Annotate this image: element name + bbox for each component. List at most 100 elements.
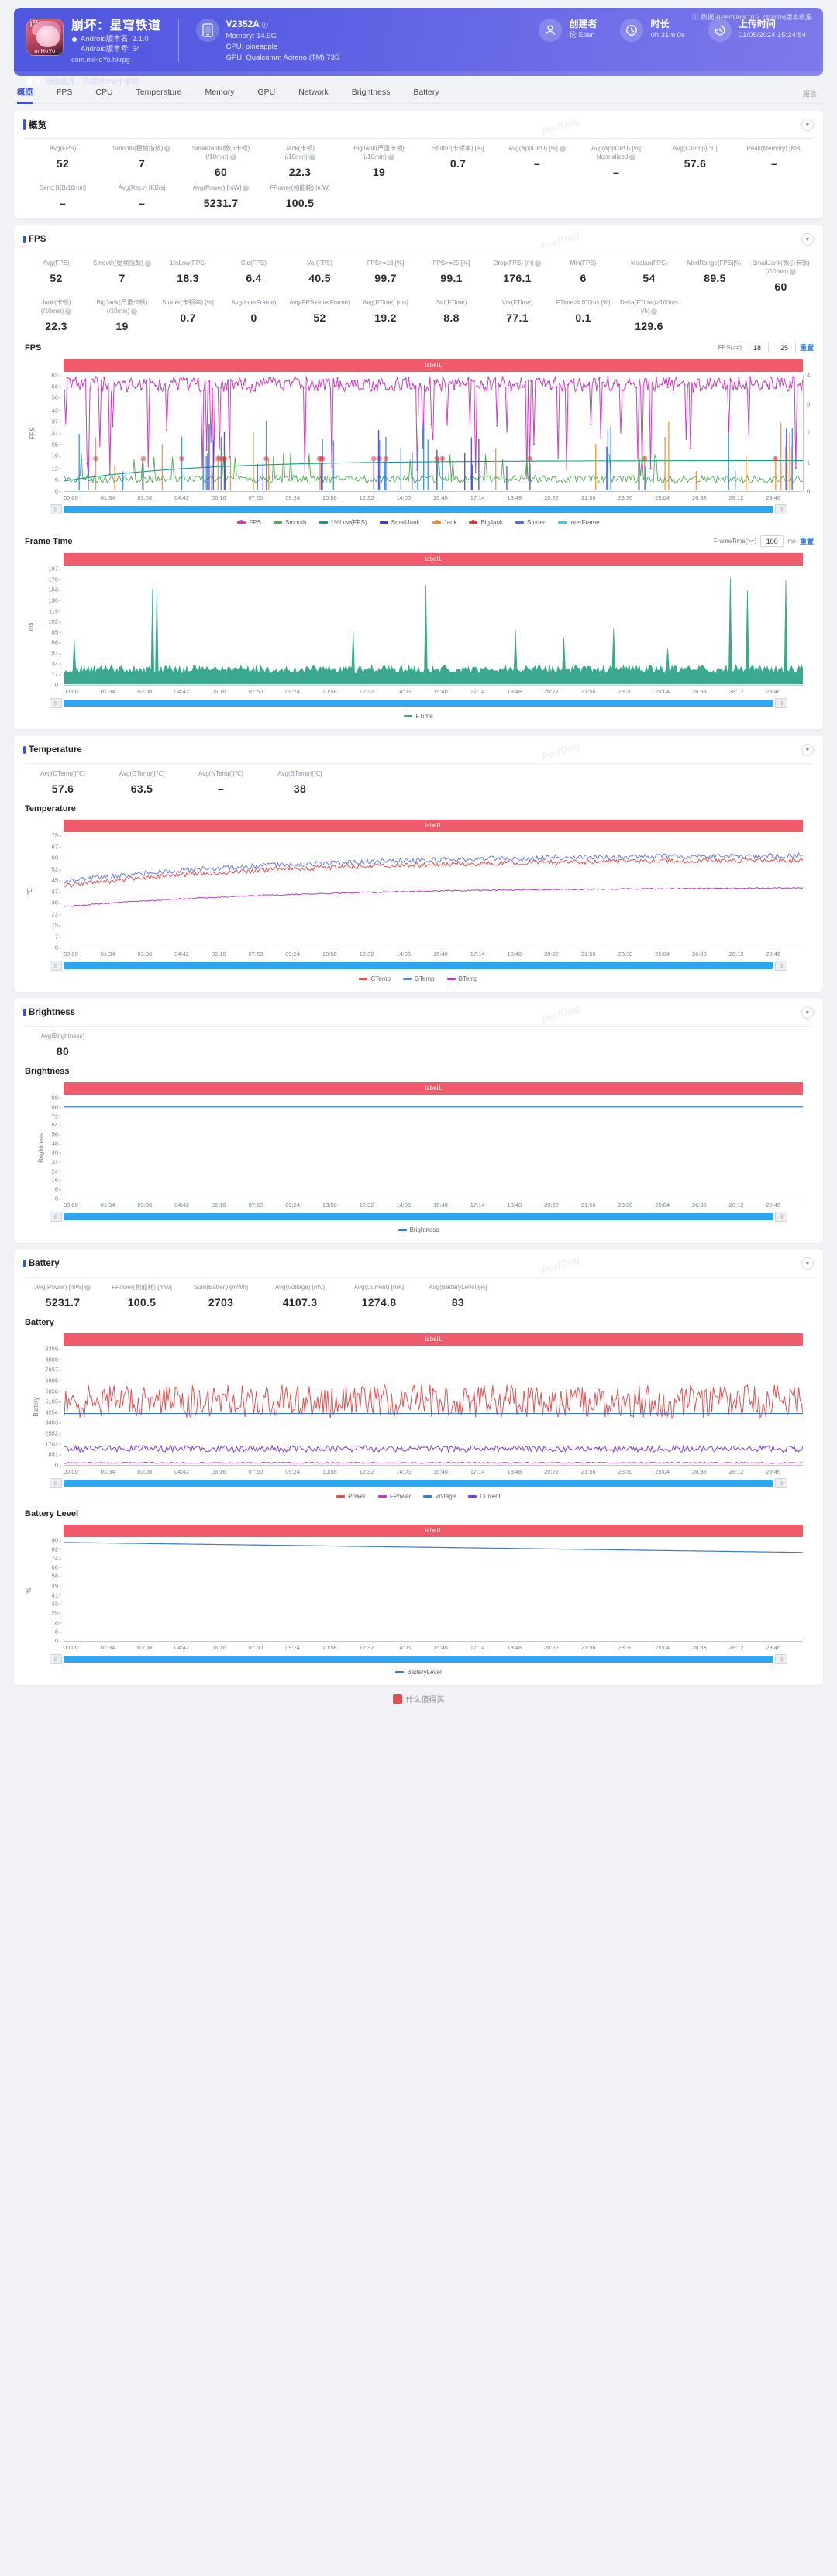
threshold-input-1[interactable]: [745, 342, 769, 353]
legend-item[interactable]: SmallJank: [379, 519, 420, 526]
tab-Memory[interactable]: Memory: [205, 84, 235, 102]
legend-item[interactable]: Stutter: [515, 519, 546, 526]
metric-cell: Avg(InterFrame) 0: [221, 293, 287, 332]
legend-item[interactable]: BigJank: [469, 519, 503, 526]
tab-FPS[interactable]: FPS: [57, 84, 72, 102]
tab-Network[interactable]: Network: [298, 84, 329, 102]
plot-area: ℃ 0 7 15 22 30 37 45 52 60 67 75: [23, 832, 814, 951]
legend-swatch: [404, 715, 413, 717]
legend-item[interactable]: Jank: [432, 519, 456, 526]
scene-label-bar[interactable]: label1: [64, 359, 803, 372]
legend-swatch: [237, 520, 246, 524]
tab-概览[interactable]: 概览: [17, 83, 33, 104]
frametime-chart: Frame Time FrameTime(>=) ms 重置 label1 ms 0 17 34…: [23, 535, 814, 720]
collapse-toggle[interactable]: ▼: [801, 1257, 814, 1270]
tab-Brightness[interactable]: Brightness: [352, 84, 391, 102]
legend-item[interactable]: FPower: [377, 1493, 411, 1500]
tab-Temperature[interactable]: Temperature: [136, 84, 182, 102]
tab-CPU[interactable]: CPU: [95, 84, 112, 102]
help-icon[interactable]: ?: [790, 269, 797, 275]
scrollbar-handle-left[interactable]: |||: [50, 698, 62, 708]
help-icon[interactable]: ?: [629, 154, 636, 160]
timeline-scrollbar[interactable]: ||| |||: [50, 698, 787, 708]
chart-plot[interactable]: [64, 375, 803, 491]
scene-label-bar[interactable]: label1: [64, 1082, 803, 1095]
help-icon[interactable]: ?: [84, 1285, 91, 1291]
help-icon[interactable]: ?: [651, 308, 658, 315]
chart-plot[interactable]: [64, 835, 803, 948]
help-icon[interactable]: ?: [308, 154, 315, 160]
x-tick: 17:14: [470, 688, 485, 695]
chart-plot[interactable]: [64, 1098, 803, 1199]
legend-item[interactable]: BatteryLevel: [395, 1669, 442, 1676]
chart-plot[interactable]: [64, 1540, 803, 1641]
help-icon[interactable]: ?: [243, 185, 250, 191]
chart-plot[interactable]: [64, 569, 803, 685]
help-icon[interactable]: ?: [559, 146, 566, 152]
legend-item[interactable]: FPS: [237, 519, 261, 526]
metric-value: 6.4: [246, 272, 262, 284]
scrollbar-handle-left[interactable]: |||: [50, 1212, 62, 1222]
scrollbar-handle-left[interactable]: |||: [50, 1478, 62, 1488]
legend-item[interactable]: CTemp: [359, 975, 391, 982]
legend-item[interactable]: Smooth: [273, 519, 307, 526]
legend-item[interactable]: Brightness: [398, 1226, 439, 1233]
scene-label-bar[interactable]: label1: [64, 553, 803, 566]
timeline-scrollbar[interactable]: ||| |||: [50, 504, 787, 514]
x-tick: 06:16: [211, 688, 226, 695]
collapse-toggle[interactable]: ▼: [801, 233, 814, 246]
scrollbar-handle-right[interactable]: |||: [775, 504, 787, 514]
scrollbar-handle-right[interactable]: |||: [775, 1478, 787, 1488]
scrollbar-handle-right[interactable]: |||: [775, 698, 787, 708]
timeline-scrollbar[interactable]: ||| |||: [50, 1654, 787, 1664]
help-icon[interactable]: ?: [144, 260, 151, 267]
help-icon[interactable]: ?: [131, 308, 138, 315]
legend-item[interactable]: BTemp: [446, 975, 478, 982]
metric-value: 8.8: [443, 311, 460, 324]
help-icon[interactable]: ?: [535, 260, 542, 267]
scrollbar-handle-right[interactable]: |||: [775, 961, 787, 971]
x-tick: 21:56: [580, 688, 596, 695]
y-tick: 60: [51, 854, 62, 862]
scrollbar-handle-left[interactable]: |||: [50, 961, 62, 971]
scene-label-bar[interactable]: label1: [64, 1525, 803, 1537]
legend-item[interactable]: 1%Low(FPS): [319, 519, 367, 526]
reset-button[interactable]: 重置: [800, 536, 814, 546]
device-info-icon[interactable]: ⓘ: [262, 22, 268, 29]
metric-value: 1274.8: [361, 1296, 397, 1309]
legend-item[interactable]: Current: [468, 1493, 501, 1500]
help-icon[interactable]: ?: [229, 154, 236, 160]
scrollbar-handle-right[interactable]: |||: [775, 1654, 787, 1664]
tab-Battery[interactable]: Battery: [413, 84, 439, 102]
timeline-scrollbar[interactable]: ||| |||: [50, 1478, 787, 1488]
legend-item[interactable]: Power: [336, 1493, 366, 1500]
help-icon[interactable]: ?: [65, 308, 72, 315]
collapse-toggle[interactable]: ▼: [801, 119, 814, 131]
collapse-toggle[interactable]: ▼: [801, 1006, 814, 1019]
legend-item[interactable]: InterFrame: [557, 519, 600, 526]
collapse-toggle[interactable]: ▼: [801, 744, 814, 756]
help-icon[interactable]: ?: [388, 154, 394, 160]
scrollbar-handle-left[interactable]: |||: [50, 504, 62, 514]
scene-label-bar[interactable]: label1: [64, 820, 803, 832]
metric-cell: FPower(帧能耗) [mW] 100.5: [260, 178, 339, 209]
legend-swatch: [359, 978, 368, 980]
x-tick: 01:34: [100, 951, 115, 958]
scrollbar-handle-left[interactable]: |||: [50, 1654, 62, 1664]
threshold-input-1[interactable]: [760, 535, 784, 547]
card-Brightness: Brightness ▼ Avg(Brightness) 80 Brightness la…: [14, 999, 823, 1243]
help-icon[interactable]: ?: [164, 146, 171, 152]
scene-label-bar[interactable]: label1: [64, 1333, 803, 1346]
tab-GPU[interactable]: GPU: [257, 84, 275, 102]
scrollbar-handle-right[interactable]: |||: [775, 1212, 787, 1222]
legend-item[interactable]: FTime: [404, 713, 433, 720]
legend-item[interactable]: GTemp: [402, 975, 435, 982]
threshold-input-2[interactable]: [772, 342, 796, 353]
timeline-scrollbar[interactable]: ||| |||: [50, 961, 787, 971]
chart-plot[interactable]: [64, 1349, 803, 1465]
reset-button[interactable]: 重置: [800, 342, 814, 353]
x-tick: 25:04: [655, 1644, 670, 1651]
metric-label: Stutter(卡顿率) [%]: [432, 145, 484, 152]
legend-item[interactable]: Voltage: [423, 1493, 456, 1500]
timeline-scrollbar[interactable]: ||| |||: [50, 1212, 787, 1222]
